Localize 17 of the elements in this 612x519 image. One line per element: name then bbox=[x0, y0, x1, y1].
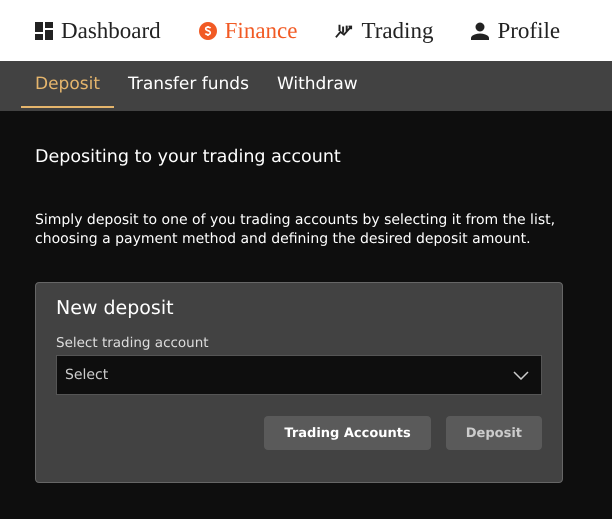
chevron-down-icon bbox=[513, 370, 529, 380]
card-title: New deposit bbox=[56, 297, 175, 319]
chart-icon bbox=[335, 22, 354, 40]
tab[interactable]: Deposit bbox=[21, 61, 114, 108]
tab[interactable]: Transfer funds bbox=[114, 61, 263, 108]
nav-item[interactable]: Profile bbox=[471, 18, 560, 44]
dashboard-icon bbox=[35, 22, 53, 40]
dollar-coin-icon bbox=[198, 22, 217, 40]
action-button[interactable]: Trading Accounts bbox=[264, 416, 431, 450]
nav-item[interactable]: Dashboard bbox=[35, 18, 161, 44]
nav-item[interactable]: Trading bbox=[335, 18, 434, 44]
page-heading: Depositing to your trading account bbox=[35, 147, 342, 167]
field-label: Select trading account bbox=[56, 335, 210, 351]
tab[interactable]: Withdraw bbox=[262, 61, 372, 108]
account-select[interactable]: Select bbox=[56, 355, 542, 395]
person-icon bbox=[471, 22, 490, 40]
intro-text: Simply deposit to one of you trading accounts by selecting it from the list, choosing a payment method and defining the desired deposit amount. bbox=[35, 211, 556, 249]
